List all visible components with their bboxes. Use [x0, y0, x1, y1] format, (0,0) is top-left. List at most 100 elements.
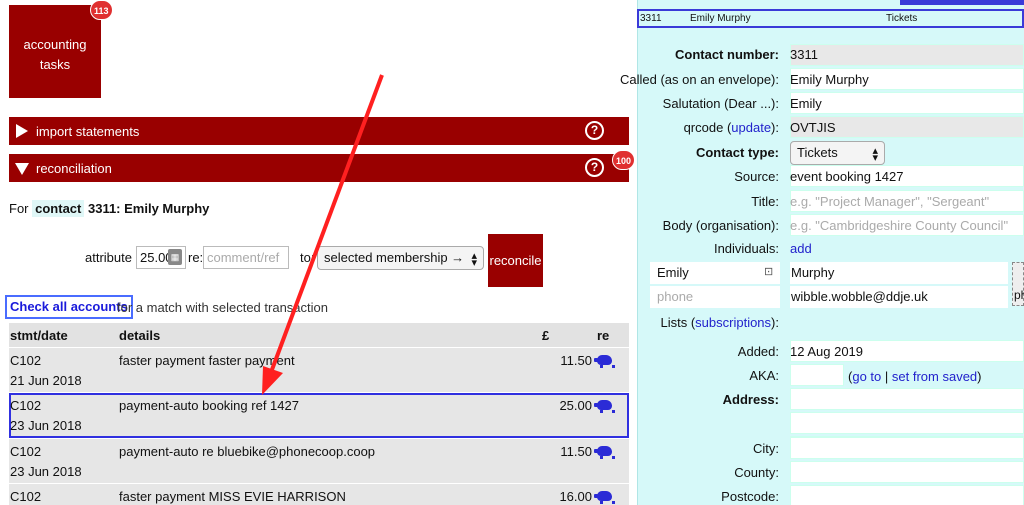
table-row[interactable]: C102 faster payment MISS EVIE HARRISON 1…	[9, 484, 629, 505]
phone-placeholder: phone	[657, 289, 694, 304]
contact-summary-bar[interactable]: 3311 Emily Murphy Tickets	[637, 9, 1024, 28]
select-arrows-icon: ▾	[872, 152, 878, 164]
piggy-bank-icon[interactable]	[594, 491, 615, 504]
membership-select[interactable]: selected membership → ▴ ▾	[317, 246, 484, 270]
reconcile-button[interactable]: reconcile	[488, 234, 543, 287]
email-value: wibble.wobble@ddje.uk	[791, 289, 928, 304]
added-label: Added:	[737, 344, 779, 359]
contact-type-select[interactable]: Tickets ▴ ▾	[790, 141, 885, 165]
called-value: Emily Murphy	[790, 72, 869, 87]
piggy-bank-icon[interactable]	[594, 400, 615, 413]
accounting-tasks-button[interactable]: accounting tasks	[9, 5, 101, 98]
go-to-link[interactable]: go to	[852, 369, 881, 384]
piggy-bank-icon[interactable]	[594, 355, 615, 368]
reconcile-for-line: For contact 3311: Emily Murphy	[9, 200, 210, 217]
aka-label: AKA:	[749, 368, 779, 383]
lists-label-text: Lists (	[660, 315, 696, 330]
membership-select-value: selected membership →	[324, 250, 465, 265]
help-icon[interactable]: ?	[585, 158, 604, 177]
called-label: Called (as on an envelope):	[620, 72, 779, 87]
row-details: faster payment MISS EVIE HARRISON	[119, 489, 346, 504]
aka-links: (go to | set from saved)	[848, 369, 982, 384]
individual-edge-text: ph	[1014, 288, 1024, 302]
subscriptions-link[interactable]: subscriptions	[695, 315, 771, 330]
reconciliation-section-header[interactable]: reconciliation ?	[9, 154, 629, 182]
qrcode-label: qrcode (update):	[684, 120, 779, 135]
title-placeholder: e.g. "Project Manager", "Sergeant"	[790, 194, 990, 209]
calculator-icon[interactable]: ▦	[168, 249, 182, 265]
summary-type: Tickets	[886, 13, 918, 24]
collapse-arrow-icon	[15, 163, 29, 175]
re-label: re:	[188, 250, 204, 265]
row-details: payment-auto re bluebike@phonecoop.coop	[119, 444, 376, 459]
postcode-label: Postcode:	[721, 489, 779, 504]
expand-arrow-icon	[16, 124, 28, 138]
attribute-label: attribute £	[85, 250, 143, 265]
qrcode-value: OVTJIS	[790, 120, 836, 135]
table-row[interactable]: C102 23 Jun 2018 payment-auto re bluebik…	[9, 439, 629, 483]
contact-name: 3311: Emily Murphy	[87, 201, 210, 216]
contact-type-value: Tickets	[797, 145, 838, 160]
lists-label: Lists (subscriptions):	[661, 315, 780, 330]
panel-title-strip	[900, 0, 1024, 5]
row-amount: 11.50	[560, 444, 592, 459]
city-label: City:	[753, 441, 779, 456]
row-amount: 25.00	[559, 398, 592, 413]
set-from-saved-link[interactable]: set from saved	[892, 369, 977, 384]
added-value: 12 Aug 2019	[790, 344, 864, 359]
col-amount: £	[542, 328, 550, 343]
reconciliation-label: reconciliation	[36, 161, 112, 176]
salutation-value: Emily	[790, 96, 822, 111]
contact-number-field	[790, 44, 1024, 66]
aka-input[interactable]	[790, 364, 844, 386]
lists-label-close: ):	[771, 315, 779, 330]
col-stmt-date: stmt/date	[10, 328, 68, 343]
row-stmt-date: C102 21 Jun 2018	[10, 353, 82, 388]
row-amount: 11.50	[560, 353, 592, 368]
county-label: County:	[734, 465, 779, 480]
import-statements-section-header[interactable]: import statements ?	[9, 117, 629, 145]
accounting-tasks-label: accounting tasks	[23, 37, 87, 72]
address-label: Address:	[722, 392, 779, 407]
first-name-value: Emily	[657, 265, 689, 280]
source-label: Source:	[734, 169, 779, 184]
add-individual-link[interactable]: add	[790, 241, 812, 256]
to-label: to:	[300, 250, 315, 265]
check-accounts-note: for a match with selected transaction	[117, 300, 328, 315]
row-amount: 16.00	[559, 489, 592, 504]
table-row[interactable]: C102 21 Jun 2018 faster payment faster p…	[9, 348, 629, 392]
salutation-label: Salutation (Dear ...):	[662, 96, 779, 111]
address-line-2[interactable]	[790, 412, 1024, 434]
row-stmt-date: C102	[10, 489, 42, 504]
row-stmt-date: C102 23 Jun 2018	[10, 398, 82, 433]
reconciliation-count-badge: 100	[612, 150, 636, 170]
help-icon[interactable]: ?	[585, 121, 604, 140]
county-input[interactable]	[790, 461, 1024, 483]
row-details: faster payment faster payment	[119, 353, 295, 368]
for-prefix: For	[9, 201, 29, 216]
row-stmt-date: C102 23 Jun 2018	[10, 444, 82, 479]
col-details: details	[119, 328, 161, 343]
city-input[interactable]	[790, 437, 1024, 459]
table-row-selected[interactable]: C102 23 Jun 2018 payment-auto booking re…	[9, 393, 629, 438]
body-placeholder: e.g. "Cambridgeshire County Council"	[790, 218, 1009, 233]
summary-number: 3311	[640, 13, 662, 24]
accounting-tasks-count-badge: 113	[90, 0, 113, 20]
source-value: event booking 1427	[790, 169, 904, 184]
individuals-label: Individuals:	[713, 241, 779, 256]
check-all-accounts-button[interactable]: Check all accounts	[5, 295, 133, 319]
reference-input[interactable]: comment/ref	[203, 246, 289, 269]
piggy-bank-icon[interactable]	[594, 446, 615, 459]
postcode-input[interactable]	[790, 485, 1024, 505]
contact-number-label: Contact number:	[675, 47, 779, 62]
address-line-1[interactable]	[790, 388, 1024, 410]
qrcode-update-link[interactable]: update	[731, 120, 771, 135]
summary-name: Emily Murphy	[690, 13, 751, 24]
title-label: Title:	[751, 194, 779, 209]
row-details: payment-auto booking ref 1427	[119, 398, 299, 413]
salutation-input[interactable]	[790, 92, 1024, 114]
transactions-table-header: stmt/date details £ re	[9, 323, 629, 347]
import-statements-label: import statements	[36, 124, 140, 139]
contact-card-icon[interactable]: ⊡	[764, 265, 773, 278]
contact-type-label: Contact type:	[695, 145, 779, 160]
